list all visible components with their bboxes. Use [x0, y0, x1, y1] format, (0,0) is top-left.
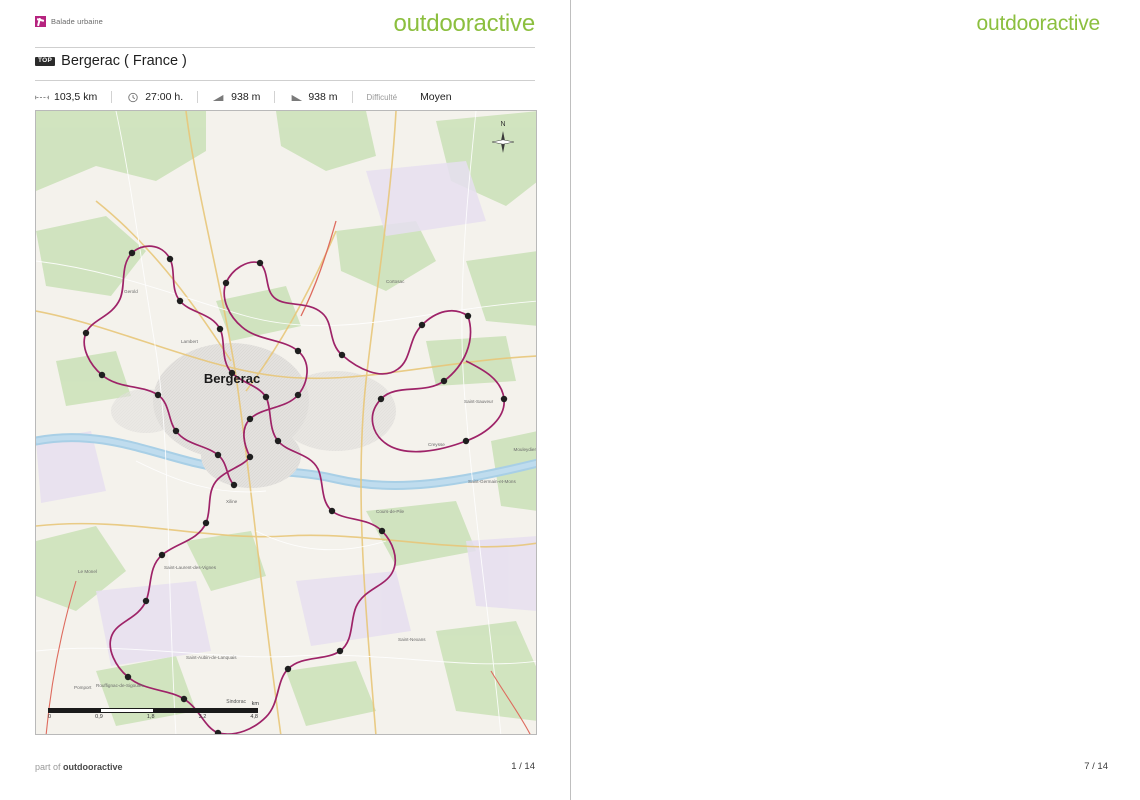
stat-duration-value: 27:00 h. — [145, 91, 184, 103]
stats-bar: 103,5 km 27:00 h. 938 m 938 m Difficulté… — [35, 86, 535, 108]
brand-logo-left: outdooractive — [394, 10, 536, 38]
scalebar-bar — [48, 708, 258, 713]
descent-icon — [291, 94, 303, 101]
tour-title-row-left: TOP Bergerac ( France ) — [35, 53, 187, 69]
ascent-icon — [213, 94, 224, 101]
stat-difficulty: Difficulté Moyen — [351, 91, 466, 103]
clock-icon — [128, 92, 138, 102]
stat-ascent-value: 938 m — [231, 91, 261, 103]
svg-text:Saint-Germain-et-Mons: Saint-Germain-et-Mons — [468, 479, 516, 484]
footer-brand: outdooractive — [63, 762, 123, 772]
distance-icon — [35, 95, 49, 99]
brand-logo-right: outdooractive — [976, 12, 1101, 36]
top-badge: TOP — [35, 56, 56, 66]
map-city-label: Bergerac — [204, 371, 260, 386]
title-divider-left — [35, 80, 535, 81]
map-attribution: © OA Données cartographiques Cartographi… — [535, 695, 536, 734]
map-scalebar: Sindorac km 0 0,9 1,8 3,2 4,8 — [48, 699, 259, 720]
brand-text-right: outdooractive — [976, 12, 1101, 35]
svg-text:Rouffignac-de-Sigoulès: Rouffignac-de-Sigoulès — [96, 683, 144, 688]
hiker-category-icon — [35, 16, 46, 27]
scale-tick: 3,2 — [198, 714, 207, 720]
header-divider-left — [35, 47, 535, 48]
footer-prefix: part of — [35, 762, 64, 772]
svg-text:N: N — [500, 121, 505, 128]
svg-text:Lambert: Lambert — [181, 339, 199, 344]
svg-text:Saint-Laurent-des-Vignes: Saint-Laurent-des-Vignes — [164, 565, 217, 570]
svg-text:Le Monel: Le Monel — [78, 569, 97, 574]
svg-text:Saint-Nexans: Saint-Nexans — [398, 637, 426, 642]
scale-tick: 1,8 — [146, 714, 155, 720]
page-number-right: 7 / 14 — [1084, 761, 1108, 772]
page-number-left: 1 / 14 — [511, 761, 535, 772]
svg-text:Cortosac: Cortosac — [386, 279, 405, 284]
page-right: outdooractive Balade urbaine TOP Bergera… — [570, 0, 1140, 800]
map-canvas: Bergerac Gerold Cortosac Lambert Saint-Sau… — [36, 111, 537, 734]
difficulty-label: Difficulté — [366, 92, 398, 102]
scale-tick: 4,8 — [250, 714, 258, 720]
svg-text:Pomport: Pomport — [74, 685, 92, 690]
scale-tick: 0,9 — [95, 714, 103, 720]
spread-divider — [570, 0, 571, 800]
category-label: Balade urbaine — [51, 17, 103, 26]
scale-tick: 0 — [48, 714, 52, 720]
scalebar-ticks: 0 0,9 1,8 3,2 4,8 — [48, 714, 258, 720]
stat-descent: 938 m — [274, 91, 351, 103]
brand-text: outdooractive — [393, 10, 536, 37]
svg-text:Cours-de-Pile: Cours-de-Pile — [376, 509, 405, 514]
stat-distance-value: 103,5 km — [54, 91, 98, 103]
compass-icon: N — [491, 121, 515, 153]
page-left: outdooractive Balade urbaine TOP Bergera… — [0, 0, 570, 800]
route-map[interactable]: Bergerac Gerold Cortosac Lambert Saint-Sau… — [35, 110, 537, 735]
stat-descent-value: 938 m — [308, 91, 338, 103]
svg-text:Saint-Sauveur: Saint-Sauveur — [464, 399, 494, 404]
pdf-spread: outdooractive Balade urbaine TOP Bergera… — [0, 0, 1140, 800]
scalebar-place: Sindorac — [226, 699, 246, 705]
svg-text:Saint-Aubin-de-Lanquais: Saint-Aubin-de-Lanquais — [186, 655, 237, 660]
scalebar-unit: km — [251, 701, 259, 707]
svg-text:Gerold: Gerold — [124, 289, 138, 294]
page-title: Bergerac ( France ) — [61, 53, 187, 69]
stat-duration: 27:00 h. — [111, 91, 197, 103]
svg-text:Xiline: Xiline — [226, 499, 238, 504]
stat-ascent: 938 m — [197, 91, 274, 103]
footer-left: part of outdooractive — [35, 762, 123, 772]
stat-distance: 103,5 km — [35, 91, 111, 103]
svg-text:Mouleydier: Mouleydier — [514, 447, 537, 452]
svg-text:Creysse: Creysse — [428, 442, 445, 447]
difficulty-value: Moyen — [420, 91, 452, 103]
left-header: outdooractive Balade urbaine — [35, 10, 535, 37]
